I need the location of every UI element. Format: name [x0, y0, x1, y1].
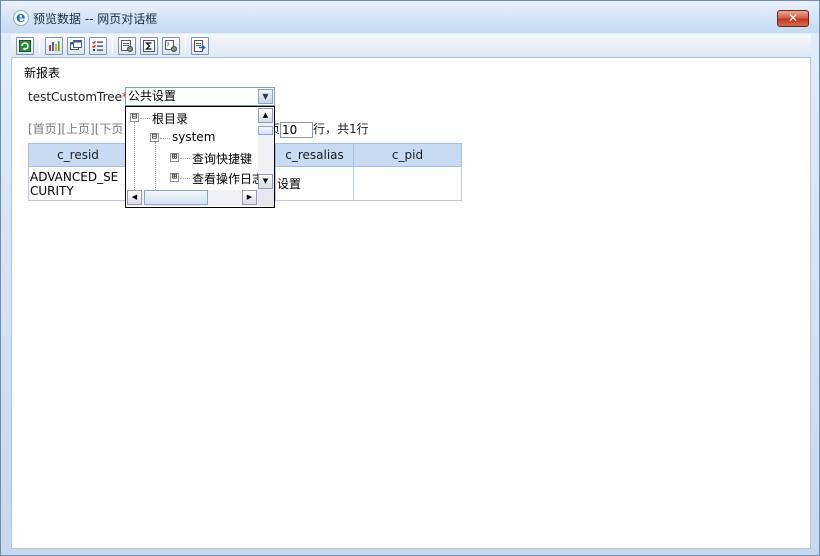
pager-size: 页10行，共1行: [268, 120, 369, 138]
bar-chart-icon: [48, 40, 60, 52]
scrollbar-corner: [258, 190, 274, 206]
export-icon: [194, 40, 206, 52]
collapse-icon[interactable]: ⊟: [130, 113, 139, 122]
list-button[interactable]: [89, 37, 107, 55]
export-button[interactable]: [191, 37, 209, 55]
tree-select-value: 公共设置: [128, 89, 177, 103]
svg-text:?: ?: [167, 42, 170, 49]
scroll-thumb[interactable]: [144, 190, 208, 205]
chevron-down-icon[interactable]: ▼: [258, 89, 273, 104]
refresh-button[interactable]: [16, 37, 34, 55]
window-button[interactable]: [67, 37, 85, 55]
expand-icon[interactable]: ⊞: [170, 173, 179, 182]
horizontal-scrollbar[interactable]: ◀ ▶: [127, 190, 258, 206]
expand-icon[interactable]: ⊞: [170, 153, 179, 162]
chart-button[interactable]: [45, 37, 63, 55]
scroll-down-icon[interactable]: ▼: [258, 174, 273, 189]
checklist-icon: [92, 40, 104, 52]
tree-select[interactable]: 公共设置 ▼: [125, 87, 275, 106]
tree-guide-line: [155, 142, 156, 192]
sum-button[interactable]: [140, 37, 158, 55]
table-cell: [353, 166, 462, 201]
report-content: 新报表 testCustomTree* 公共设置 ▼ [首页][上页][下页][…: [11, 58, 811, 549]
toolbar-separator: [185, 38, 186, 54]
parameter-button[interactable]: ?: [162, 37, 180, 55]
ie-icon: [13, 8, 29, 26]
tree-guide-line: [180, 158, 190, 159]
parameter-label: testCustomTree*: [28, 90, 128, 104]
parameter-icon: ?: [165, 40, 177, 52]
tree-guide-line: [160, 138, 170, 139]
close-button[interactable]: ✕: [777, 10, 809, 27]
toolbar-separator: [112, 38, 113, 54]
window-title: 预览数据 -- 网页对话框: [33, 12, 158, 26]
parameter-label-text: testCustomTree: [28, 90, 123, 104]
toolbar: ?: [11, 34, 811, 58]
column-header: c_resalias: [275, 143, 354, 167]
column-header: c_pid: [353, 143, 462, 167]
vertical-scrollbar[interactable]: ▲ ▼: [258, 108, 274, 190]
sum-icon: [143, 40, 155, 52]
report-title: 新报表: [24, 66, 61, 80]
scroll-up-icon[interactable]: ▲: [258, 108, 273, 123]
settings-icon: [121, 40, 133, 52]
settings-button[interactable]: [118, 37, 136, 55]
tree-node-label: 根目录: [152, 112, 189, 126]
table-cell: 设置: [275, 166, 354, 201]
page-size-input[interactable]: 10: [280, 121, 314, 138]
table-cell: ADVANCED_SECURITY: [28, 166, 128, 201]
tree-dropdown[interactable]: ⊟ 根目录 ⊟ system ⊞ 查询快捷键 ⊞ 查看操作日志 ▲ ▼ ◀ ▶: [125, 106, 275, 208]
refresh-icon: [19, 40, 31, 52]
column-header: c_resid: [28, 143, 128, 167]
title-bar[interactable]: 预览数据 -- 网页对话框 ✕: [1, 1, 819, 33]
scroll-left-icon[interactable]: ◀: [127, 190, 142, 205]
collapse-icon[interactable]: ⊟: [150, 133, 159, 142]
tree-guide-line: [140, 118, 150, 119]
tree-node-label: 查看操作日志: [192, 172, 265, 186]
tree-guide-line: [180, 178, 190, 179]
dialog-window: 预览数据 -- 网页对话框 ✕: [0, 0, 820, 556]
tree-node-label: 查询快捷键: [192, 152, 253, 166]
scroll-right-icon[interactable]: ▶: [242, 190, 257, 205]
scroll-thumb[interactable]: [258, 126, 273, 135]
pager-suffix: 行，共1行: [313, 122, 369, 136]
window-icon: [70, 40, 82, 52]
tree-guide-line: [134, 122, 135, 192]
toolbar-separator: [39, 38, 40, 54]
tree-node-label: system: [172, 130, 216, 144]
